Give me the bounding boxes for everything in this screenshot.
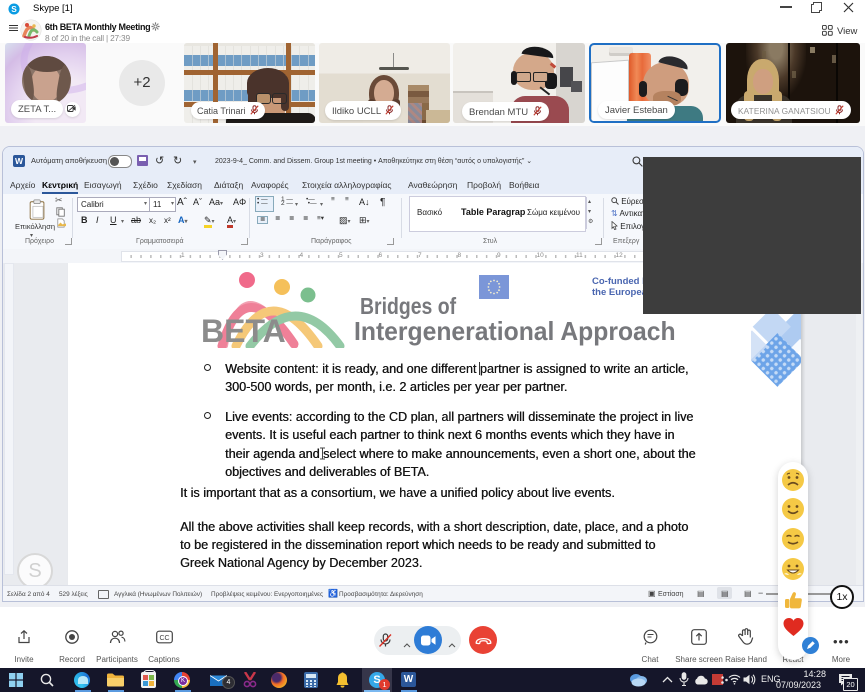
svg-text:CC: CC [159,635,169,642]
svg-text:S: S [11,4,17,14]
